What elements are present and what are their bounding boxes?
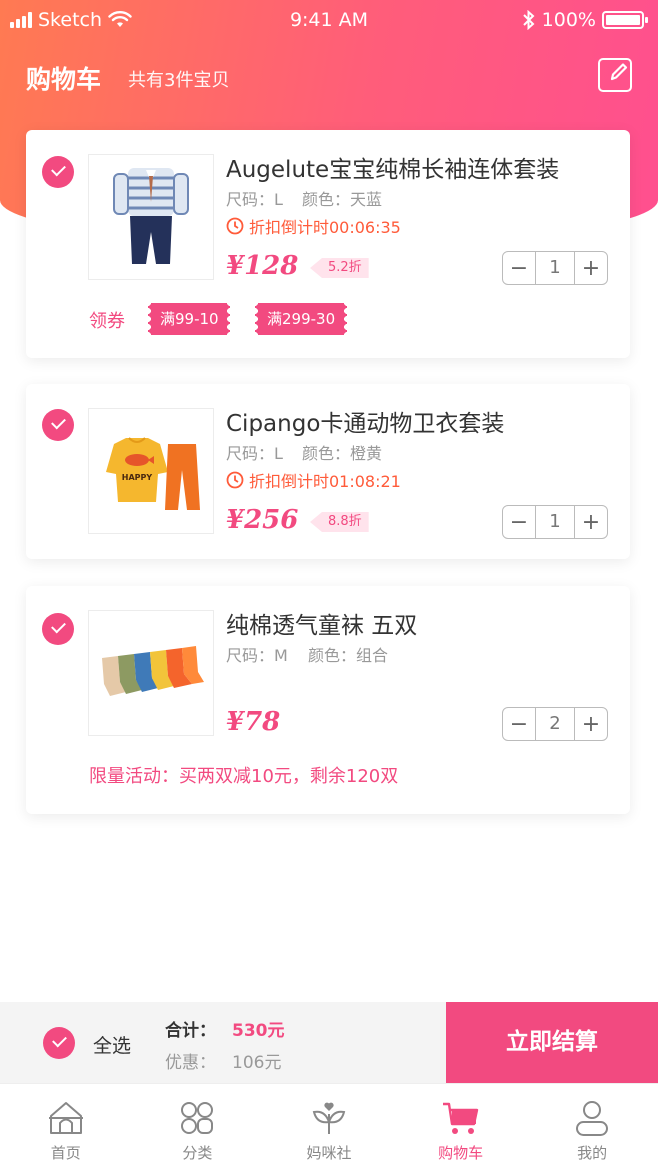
increase-button[interactable]: + — [575, 252, 607, 284]
sweatshirt-text: HAPPY — [122, 473, 153, 482]
item-checkbox[interactable] — [42, 409, 74, 441]
product-name[interactable]: 纯棉透气童袜 五双 — [226, 606, 417, 640]
edit-button[interactable] — [598, 58, 632, 92]
tab-bar: 首页 分类 妈咪社 购物车 我的 — [0, 1083, 658, 1173]
battery-percent: 100% — [541, 9, 596, 31]
discount-label: 优惠： — [165, 1053, 216, 1073]
quantity-stepper: − 1 + — [502, 505, 608, 539]
tab-community[interactable]: 妈咪社 — [263, 1084, 395, 1173]
romper-image — [113, 168, 189, 264]
discount-countdown: 折扣倒计时01:08:21 — [226, 468, 401, 492]
quantity-value[interactable]: 2 — [535, 708, 575, 740]
total-value: 530元 — [232, 1021, 285, 1041]
product-image[interactable] — [88, 610, 214, 736]
product-name[interactable]: Augelute宝宝纯棉长袖连体套装 — [226, 150, 559, 184]
increase-button[interactable]: + — [575, 708, 607, 740]
product-size: 尺码：L — [226, 190, 283, 209]
category-icon — [181, 1102, 214, 1134]
discount-countdown: 折扣倒计时00:06:35 — [226, 214, 401, 238]
bluetooth-icon — [522, 10, 535, 30]
item-checkbox[interactable] — [42, 613, 74, 645]
clock-icon — [226, 471, 244, 489]
quantity-value[interactable]: 1 — [535, 506, 575, 538]
product-size: 尺码：L — [226, 444, 283, 463]
product-price: ¥256 — [226, 505, 299, 535]
select-all-label[interactable]: 全选 — [93, 1031, 131, 1058]
discount-value: 106元 — [232, 1053, 282, 1073]
product-image[interactable] — [88, 154, 214, 280]
item-count-subtitle: 共有3件宝贝 — [128, 70, 230, 91]
promotion-text: 限量活动：买两双减10元，剩余120双 — [89, 766, 399, 787]
quantity-stepper: − 2 + — [502, 707, 608, 741]
tab-label: 分类 — [182, 1144, 213, 1162]
home-icon — [48, 1102, 83, 1134]
clock-icon — [226, 217, 244, 235]
tab-label: 妈咪社 — [306, 1144, 352, 1162]
tab-profile[interactable]: 我的 — [526, 1084, 658, 1173]
page-title: 购物车 — [26, 65, 102, 94]
product-price: ¥78 — [226, 707, 281, 737]
sweatshirt-image: HAPPY — [106, 437, 200, 510]
nav-header: 购物车 共有3件宝贝 — [0, 52, 658, 102]
cart-item-card: Augelute宝宝纯棉长袖连体套装 尺码：L 颜色：天蓝 折扣倒计时00:06… — [26, 130, 630, 358]
decrease-button[interactable]: − — [503, 252, 535, 284]
product-color: 颜色：橙黄 — [302, 444, 383, 463]
tab-category[interactable]: 分类 — [132, 1084, 264, 1173]
product-color: 颜色：组合 — [308, 646, 389, 665]
product-color: 颜色：天蓝 — [302, 190, 383, 209]
quantity-value[interactable]: 1 — [535, 252, 575, 284]
socks-image — [102, 646, 204, 696]
coupon-299-30[interactable]: 满299-30 — [255, 303, 348, 335]
coupon-99-10[interactable]: 满99-10 — [148, 303, 231, 335]
cart-item-card: HAPPY Cipango卡通动物卫衣套装 尺码：L 颜色：橙黄 折扣倒计时01… — [26, 384, 630, 559]
checkout-bar: 全选 合计： 530元 优惠： 106元 立即结算 — [0, 1002, 658, 1083]
product-image[interactable]: HAPPY — [88, 408, 214, 534]
countdown-text: 折扣倒计时01:08:21 — [249, 472, 401, 491]
discount-badge: 8.8折 — [310, 512, 369, 532]
checkout-button[interactable]: 立即结算 — [446, 1002, 658, 1083]
tab-home[interactable]: 首页 — [0, 1084, 132, 1173]
quantity-stepper: − 1 + — [502, 251, 608, 285]
countdown-text: 折扣倒计时00:06:35 — [249, 218, 401, 237]
user-icon — [576, 1101, 609, 1136]
select-all-checkbox[interactable] — [43, 1027, 75, 1059]
item-checkbox[interactable] — [42, 156, 74, 188]
product-name[interactable]: Cipango卡通动物卫衣套装 — [226, 404, 504, 438]
cart-icon — [442, 1102, 478, 1134]
sprout-icon — [312, 1102, 346, 1134]
discount-badge: 5.2折 — [310, 258, 369, 278]
status-bar: Sketch 9:41 AM 100% — [0, 0, 658, 44]
tab-label: 首页 — [50, 1144, 81, 1162]
product-price: ¥128 — [226, 251, 299, 281]
status-right: 100% — [522, 9, 648, 31]
total-label: 合计： — [165, 1021, 216, 1041]
decrease-button[interactable]: − — [503, 708, 535, 740]
tab-label: 我的 — [577, 1144, 608, 1162]
battery-icon — [602, 11, 648, 29]
tab-cart[interactable]: 购物车 — [395, 1084, 527, 1173]
decrease-button[interactable]: − — [503, 506, 535, 538]
cart-item-card: 纯棉透气童袜 五双 尺码：M 颜色：组合 ¥78 − 2 + 限量活动：买两双减… — [26, 586, 630, 814]
increase-button[interactable]: + — [575, 506, 607, 538]
edit-icon — [610, 63, 628, 81]
product-size: 尺码：M — [226, 646, 288, 665]
tab-label: 购物车 — [438, 1144, 484, 1162]
coupon-label: 领券 — [89, 311, 125, 332]
